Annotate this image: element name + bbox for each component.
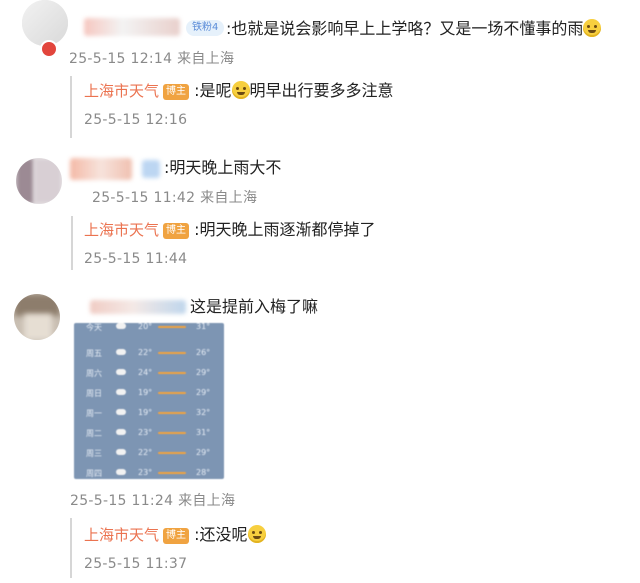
comment-meta: 25-5-15 11:42 来自上海 (92, 190, 258, 206)
forecast-row: 周六 24° 29° (74, 363, 224, 383)
location-badge-icon (40, 40, 58, 58)
comment-meta: 25-5-15 12:14 来自上海 (69, 51, 235, 67)
forecast-row: 今天 20° 31° (74, 323, 224, 337)
emoji-icon (583, 19, 602, 37)
grin-emoji-icon (247, 525, 266, 543)
temp-bar (158, 372, 186, 374)
blogger-badge: 博主 (163, 528, 190, 544)
temp-bar (158, 452, 186, 454)
comment-text: :也就是说会影响早上上学咯？又是一场不懂事的雨 (226, 19, 602, 39)
blogger-badge: 博主 (163, 84, 190, 100)
reply-author-link[interactable]: 上海市天气 (84, 526, 159, 544)
reply-text-a: :是呢 (194, 81, 232, 100)
forecast-day: 今天 (86, 323, 102, 332)
reply-text-b: 明早出行要多多注意 (249, 81, 394, 100)
forecast-day: 周五 (86, 349, 102, 358)
reply-divider (70, 76, 72, 138)
reply-text: :明天晚上雨逐渐都停掉了 (194, 220, 376, 239)
forecast-high: 29° (196, 388, 211, 397)
username-blurred[interactable] (90, 300, 186, 314)
reply-text: :还没呢 (194, 525, 248, 544)
comment-meta: 25-5-15 11:24 来自上海 (70, 493, 236, 509)
reply: 上海市天气 博主 :是呢 明早出行要多多注意 (84, 81, 394, 101)
forecast-row: 周二 23° 31° (74, 423, 224, 443)
forecast-row: 周五 22° 26° (74, 343, 224, 363)
temp-bar (158, 392, 186, 394)
forecast-low: 23° (138, 428, 153, 437)
forecast-low: 19° (138, 388, 153, 397)
forecast-day: 周二 (86, 429, 102, 438)
temp-bar (158, 352, 186, 354)
comment-text: 这是提前入梅了嘛 (190, 297, 319, 316)
forecast-row: 周一 19° 32° (74, 403, 224, 423)
temp-bar (158, 412, 186, 414)
forecast-day: 周一 (86, 409, 102, 418)
cloud-icon (116, 323, 126, 329)
cloud-icon (116, 349, 126, 355)
forecast-low: 20° (138, 323, 153, 331)
cloud-icon (116, 389, 126, 395)
temp-bar (158, 432, 186, 434)
username-blurred[interactable] (84, 18, 180, 36)
forecast-high: 29° (196, 448, 211, 457)
forecast-low: 22° (138, 348, 153, 357)
blogger-badge: 博主 (163, 223, 190, 239)
comment-text: :明天晚上雨大不 (164, 158, 282, 177)
reply-meta: 25-5-15 12:16 (84, 112, 188, 128)
forecast-low: 23° (138, 468, 153, 477)
avatar[interactable] (16, 158, 62, 204)
username-icon-blurred (142, 160, 160, 178)
temp-bar (158, 326, 186, 328)
cloud-icon (116, 369, 126, 375)
forecast-low: 22° (138, 448, 153, 457)
forecast-high: 26° (196, 348, 211, 357)
cloud-icon (116, 469, 126, 475)
weather-forecast-image[interactable]: 今天 20° 31° 周五 22° 26° 周六 24° 29° 周日 19° 29° 周一 19… (74, 323, 224, 479)
cloud-icon (116, 429, 126, 435)
forecast-day: 周四 (86, 469, 102, 478)
forecast-low: 19° (138, 408, 153, 417)
reply: 上海市天气 博主 :还没呢 (84, 525, 266, 545)
temp-bar (158, 472, 186, 474)
fan-badge: 铁粉4 (186, 20, 225, 36)
reply-meta: 25-5-15 11:37 (84, 556, 188, 572)
reply-divider (71, 216, 73, 270)
cloud-icon (116, 449, 126, 455)
forecast-day: 周三 (86, 449, 102, 458)
reply-meta: 25-5-15 11:44 (84, 251, 188, 267)
avatar[interactable] (22, 0, 68, 46)
forecast-high: 31° (196, 428, 211, 437)
reply-author-link[interactable]: 上海市天气 (84, 221, 159, 239)
forecast-row: 周四 23° 28° (74, 463, 224, 479)
username-blurred[interactable] (70, 158, 132, 180)
laugh-emoji-icon (231, 81, 250, 99)
forecast-row: 周日 19° 29° (74, 383, 224, 403)
forecast-day: 周日 (86, 389, 102, 398)
forecast-day: 周六 (86, 369, 102, 378)
forecast-high: 29° (196, 368, 211, 377)
reply-author-link[interactable]: 上海市天气 (84, 82, 159, 100)
forecast-high: 31° (196, 323, 211, 331)
forecast-high: 28° (196, 468, 211, 477)
forecast-low: 24° (138, 368, 153, 377)
forecast-row: 周三 22° 29° (74, 443, 224, 463)
avatar[interactable] (14, 294, 60, 340)
forecast-high: 32° (196, 408, 211, 417)
cloud-icon (116, 409, 126, 415)
reply: 上海市天气 博主 :明天晚上雨逐渐都停掉了 (84, 220, 376, 240)
reply-divider (70, 518, 72, 578)
comment-text-content: :也就是说会影响早上上学咯？又是一场不懂事的雨 (226, 19, 584, 38)
